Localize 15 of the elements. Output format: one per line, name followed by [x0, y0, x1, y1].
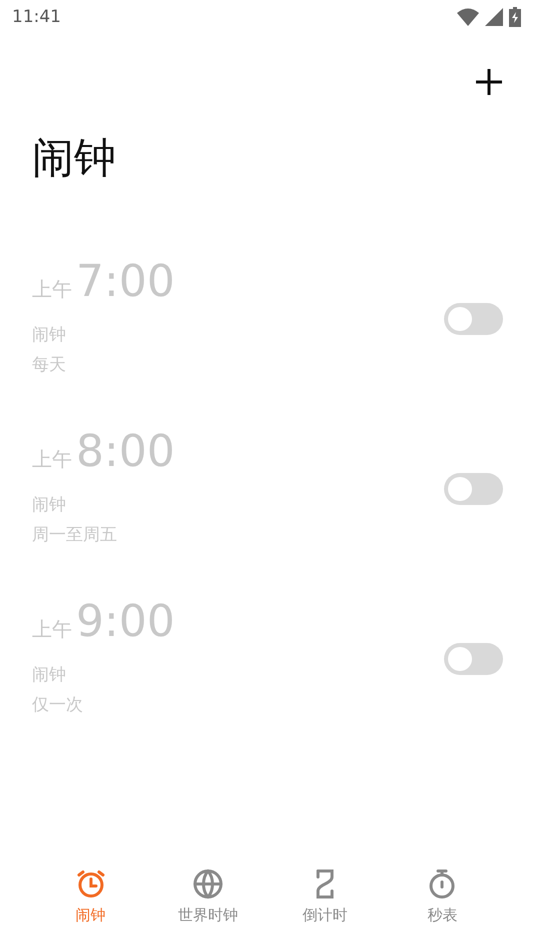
wifi-icon: [457, 8, 479, 26]
status-time: 11:41: [12, 7, 61, 27]
alarm-clock-icon: [74, 868, 107, 900]
signal-icon: [485, 8, 503, 26]
battery-icon: [509, 7, 521, 27]
nav-tab[interactable]: 世界时钟: [149, 858, 266, 934]
nav-tab[interactable]: 倒计时: [266, 858, 384, 934]
alarm-toggle[interactable]: [444, 303, 503, 335]
page-title: 闹钟: [32, 132, 117, 184]
nav-tab[interactable]: 秒表: [384, 858, 501, 934]
alarm-toggle[interactable]: [444, 473, 503, 505]
add-icon[interactable]: [475, 68, 503, 96]
alarm-toggle[interactable]: [444, 643, 503, 675]
nav-tab[interactable]: 闹钟: [32, 858, 150, 934]
globe-icon: [192, 868, 224, 900]
